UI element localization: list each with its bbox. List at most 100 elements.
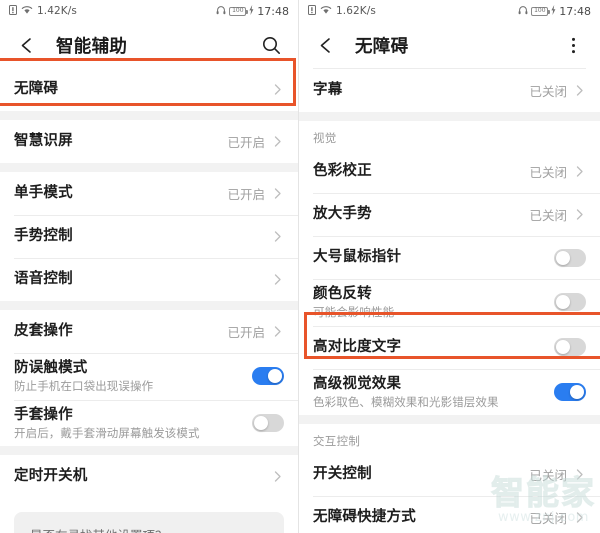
clock: 17:48 xyxy=(559,4,591,18)
list-item-magnification-gesture[interactable]: 放大手势 已关闭 xyxy=(299,193,600,236)
chevron-right-icon xyxy=(573,165,586,178)
row-texts: 字幕 xyxy=(313,81,529,99)
row-texts: 颜色反转 可能会影响性能 xyxy=(313,285,554,320)
row-label: 单手模式 xyxy=(14,185,73,202)
wifi-icon xyxy=(320,5,332,18)
row-value: 已关闭 xyxy=(529,84,567,99)
chevron-right-icon xyxy=(271,325,284,338)
section-header-vision: 视觉 xyxy=(313,131,337,145)
chevron-right-icon xyxy=(573,208,586,221)
chevron-right-icon xyxy=(271,135,284,148)
dual-screenshot-container: 1.42K/s 100 17:48 智能辅助 无障碍 智慧识屏 已开启 单手模式… xyxy=(0,0,600,533)
network-speed: 1.62K/s xyxy=(336,5,376,17)
row-label: 智慧识屏 xyxy=(14,133,73,150)
row-label: 放大手势 xyxy=(313,206,372,223)
other-settings-card: 是否在寻找其他设置项？ 系统导航方式 xyxy=(14,512,284,533)
row-label: 字幕 xyxy=(313,82,343,99)
list-item-color-inversion[interactable]: 颜色反转 可能会影响性能 xyxy=(299,279,600,326)
right-app-bar: 无障碍 xyxy=(299,22,600,68)
list-item-glove-mode[interactable]: 手套操作 开启后，戴手套滑动屏幕触发该模式 xyxy=(0,399,298,446)
toggle-advanced-visual-effects[interactable] xyxy=(554,382,586,401)
row-subtitle: 色彩取色、模糊效果和光影错层效果 xyxy=(313,394,499,409)
back-arrow-icon[interactable] xyxy=(313,32,339,58)
row-texts: 防误触模式 防止手机在口袋出现误操作 xyxy=(14,359,252,394)
row-value: 已开启 xyxy=(227,187,265,202)
row-value: 已开启 xyxy=(227,325,265,340)
row-texts: 手套操作 开启后，戴手套滑动屏幕触发该模式 xyxy=(14,406,252,441)
toggle-color-inversion[interactable] xyxy=(554,293,586,312)
list-item-one-hand-mode[interactable]: 单手模式 已开启 xyxy=(0,172,298,215)
chevron-right-icon xyxy=(271,83,284,96)
left-group-smartscreen: 智慧识屏 已开启 xyxy=(0,120,298,163)
row-texts: 放大手势 xyxy=(313,205,529,223)
row-label: 皮套操作 xyxy=(14,323,73,340)
battery-indicator: 100 xyxy=(531,6,550,16)
list-item-smart-screen[interactable]: 智慧识屏 已开启 xyxy=(0,120,298,163)
row-label: 颜色反转 xyxy=(313,286,372,302)
headset-icon xyxy=(518,5,528,18)
left-group-accessibility: 无障碍 xyxy=(0,68,298,111)
page-title: 无障碍 xyxy=(355,36,409,57)
headset-icon xyxy=(216,5,226,18)
list-item-switch-control[interactable]: 开关控制 已关闭 xyxy=(299,453,600,496)
list-item-gesture-control[interactable]: 手势控制 xyxy=(0,215,298,258)
clock: 17:48 xyxy=(257,4,289,18)
row-texts: 语音控制 xyxy=(14,270,271,288)
row-value: 已开启 xyxy=(227,135,265,150)
left-group-schedule: 定时开关机 xyxy=(0,455,298,498)
row-texts: 定时开关机 xyxy=(14,467,271,485)
row-texts: 智慧识屏 xyxy=(14,132,227,150)
row-label: 定时开关机 xyxy=(14,468,88,485)
row-texts: 色彩校正 xyxy=(313,162,529,180)
group-divider xyxy=(299,415,600,424)
row-value: 已关闭 xyxy=(529,468,567,483)
list-item-accessibility[interactable]: 无障碍 xyxy=(0,68,298,111)
row-label: 手势控制 xyxy=(14,228,73,245)
row-label: 无障碍 xyxy=(14,81,59,98)
toggle-knob xyxy=(556,295,570,310)
row-texts: 大号鼠标指针 xyxy=(313,248,554,266)
list-item-color-correction[interactable]: 色彩校正 已关闭 xyxy=(299,150,600,193)
battery-indicator: 100 xyxy=(229,6,248,16)
chevron-right-icon xyxy=(573,468,586,481)
toggle-glove-mode[interactable] xyxy=(252,413,284,432)
toggle-mistouch-prevention[interactable] xyxy=(252,367,284,386)
row-label: 大号鼠标指针 xyxy=(313,249,402,266)
row-texts: 皮套操作 xyxy=(14,322,227,340)
list-item-high-contrast-text[interactable]: 高对比度文字 xyxy=(299,325,600,369)
right-group-interaction: 开关控制 已关闭 无障碍快捷方式 已关闭 xyxy=(299,453,600,533)
chevron-right-icon xyxy=(271,230,284,243)
toggle-knob xyxy=(556,250,570,265)
network-speed: 1.42K/s xyxy=(37,5,77,17)
list-item-scheduled-power[interactable]: 定时开关机 xyxy=(0,455,298,498)
page-title: 智能辅助 xyxy=(56,36,128,57)
toggle-large-mouse-pointer[interactable] xyxy=(554,248,586,267)
left-phone-screen: 1.42K/s 100 17:48 智能辅助 无障碍 智慧识屏 已开启 单手模式… xyxy=(0,0,299,533)
right-group-vision: 色彩校正 已关闭 放大手势 已关闭 大号鼠标指针 颜色反转 可能会影响性能 高对… xyxy=(299,150,600,415)
back-arrow-icon[interactable] xyxy=(14,32,40,58)
list-item-case-operation[interactable]: 皮套操作 已开启 xyxy=(0,310,298,353)
toggle-high-contrast-text[interactable] xyxy=(554,338,586,356)
list-item-caption[interactable]: 字幕 已关闭 xyxy=(299,69,600,112)
list-item-advanced-visual-effects[interactable]: 高级视觉效果 色彩取色、模糊效果和光影错层效果 xyxy=(299,368,600,415)
list-item-mistouch-prevention[interactable]: 防误触模式 防止手机在口袋出现误操作 xyxy=(0,353,298,400)
right-phone-screen: 1.62K/s 100 17:48 无障碍 字幕 已关闭 视觉 色彩校正 已关闭… xyxy=(299,0,600,533)
row-texts: 无障碍快捷方式 xyxy=(313,508,529,526)
list-item-large-mouse-pointer[interactable]: 大号鼠标指针 xyxy=(299,236,600,279)
more-vertical-icon[interactable] xyxy=(560,32,586,58)
chevron-right-icon xyxy=(271,470,284,483)
charging-bolt-icon xyxy=(249,4,254,18)
status-left-cluster: 1.62K/s xyxy=(308,4,376,18)
row-texts: 高级视觉效果 色彩取色、模糊效果和光影错层效果 xyxy=(313,375,554,410)
left-group-modes: 单手模式 已开启 手势控制 语音控制 xyxy=(0,172,298,301)
list-item-accessibility-shortcut[interactable]: 无障碍快捷方式 已关闭 xyxy=(299,496,600,533)
group-divider xyxy=(0,446,298,455)
toggle-knob xyxy=(556,340,570,354)
row-label: 色彩校正 xyxy=(313,163,372,180)
row-texts: 开关控制 xyxy=(313,465,529,483)
search-icon[interactable] xyxy=(258,32,284,58)
row-subtitle: 可能会影响性能 xyxy=(313,305,395,320)
group-divider xyxy=(299,112,600,121)
list-item-voice-control[interactable]: 语音控制 xyxy=(0,258,298,301)
other-settings-question: 是否在寻找其他设置项？ xyxy=(30,525,268,533)
